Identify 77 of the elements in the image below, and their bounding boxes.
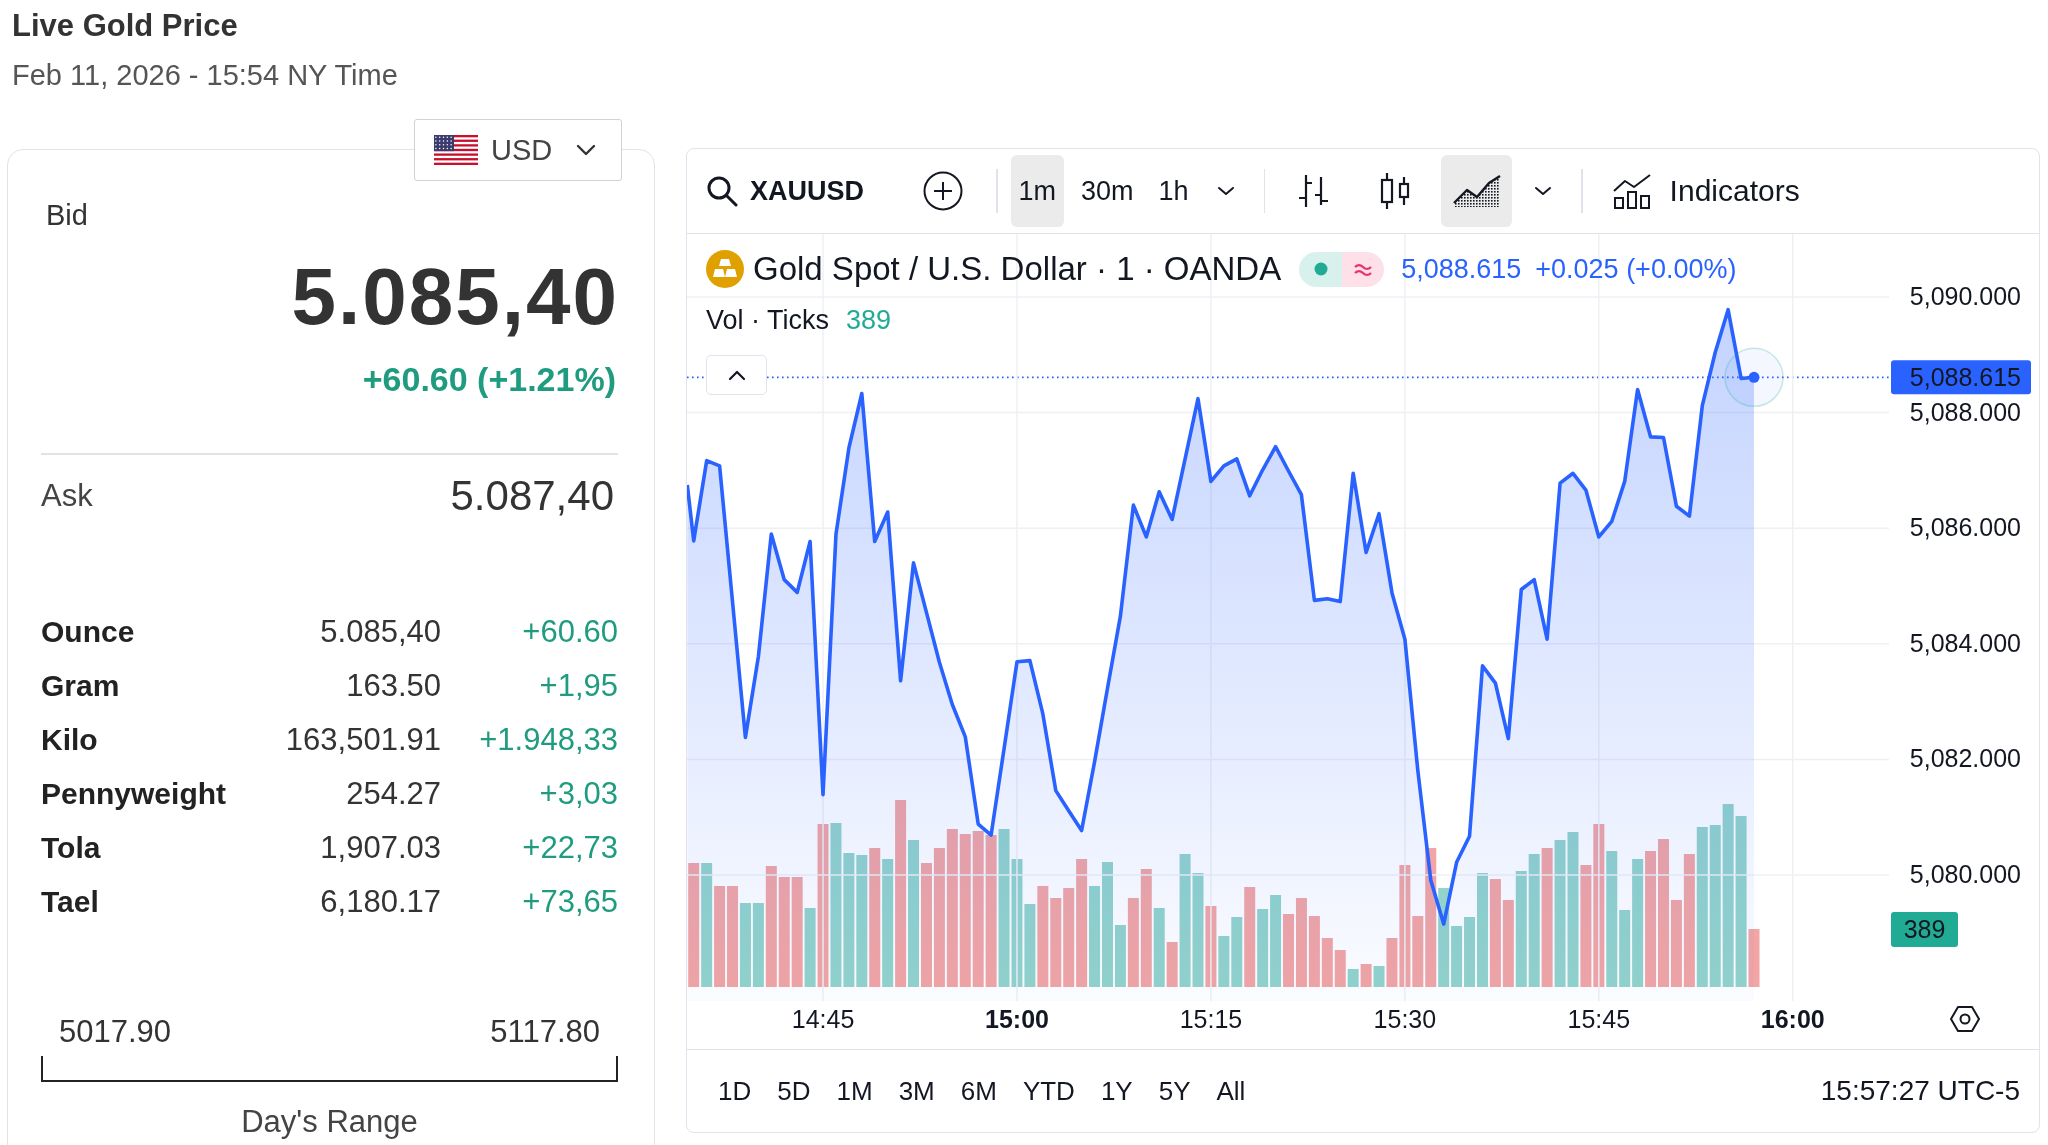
flag-icon <box>434 135 478 165</box>
area-chart-icon <box>1451 173 1502 209</box>
range-button[interactable]: 1Y <box>1094 1066 1139 1116</box>
unit-name: Gram <box>41 668 120 703</box>
currency-select[interactable]: USD <box>414 119 622 181</box>
price-axis-label: 5,088.000 <box>1909 397 2021 426</box>
interval-tab[interactable]: 1h <box>1150 155 1197 227</box>
unit-change: +60.60 <box>522 613 618 650</box>
range-button[interactable]: YTD <box>1016 1066 1081 1116</box>
price-axis-label: 5,082.000 <box>1909 744 2021 773</box>
range-button[interactable]: 6M <box>954 1066 1003 1116</box>
time-axis-label: 14:45 <box>791 1005 855 1033</box>
time-axis-label: 15:00 <box>985 1005 1049 1033</box>
last-price-tag: 5,088.615 <box>1891 360 2031 395</box>
unit-name: Kilo <box>41 722 98 757</box>
caret-down-icon <box>576 144 597 156</box>
caret-down-icon[interactable] <box>1215 185 1236 197</box>
time-axis-label: 15:45 <box>1567 1005 1631 1033</box>
unit-price: 5.085,40 <box>320 613 441 650</box>
price-change: +60.60 (+1.21%) <box>362 359 616 399</box>
price-axis-label: 5,084.000 <box>1909 628 2021 657</box>
range-button[interactable]: 1M <box>830 1066 879 1116</box>
settings-icon[interactable] <box>1950 1006 1980 1032</box>
search-icon <box>706 175 738 207</box>
caret-up-icon <box>727 369 746 381</box>
volume-tag: 389 <box>1891 912 1958 947</box>
ingots-icon <box>706 250 744 288</box>
unit-name: Tola <box>41 830 101 865</box>
range-button[interactable]: 5D <box>771 1066 817 1116</box>
unit-name: Ounce <box>41 614 135 649</box>
range-button[interactable]: 1D <box>712 1066 758 1116</box>
range-high: 5117.80 <box>490 1013 600 1050</box>
bid-price: 5.085,40 <box>291 252 619 342</box>
range-button[interactable]: 5Y <box>1152 1066 1197 1116</box>
unit-change: +3,03 <box>539 775 618 812</box>
unit-change: +1.948,33 <box>479 721 618 758</box>
price-axis-label: 5,090.000 <box>1909 282 2021 310</box>
indicators-button[interactable]: Indicators <box>1611 173 1800 209</box>
ask-price: 5.087,40 <box>450 471 614 520</box>
unit-change: +1,95 <box>539 667 618 704</box>
range-label: Day's Range <box>241 1103 418 1140</box>
time-axis-label: 16:00 <box>1760 1005 1825 1033</box>
time-axis-label: 15:15 <box>1179 1005 1243 1033</box>
unit-change: +22,73 <box>522 829 618 866</box>
range-button[interactable]: 3M <box>892 1066 941 1116</box>
interval-tab[interactable]: 1m <box>1010 155 1065 227</box>
last-price-text: 5,088.615 <box>1401 253 1522 285</box>
unit-price: 6,180.17 <box>320 883 441 920</box>
volume-value: 389 <box>846 304 892 336</box>
price-axis-label: 5,080.000 <box>1909 860 2021 888</box>
symbol-title: Gold Spot / U.S. Dollar · 1 · OANDA <box>753 250 1282 288</box>
chart-style-button[interactable] <box>1441 155 1513 227</box>
price-axis-label: 5,086.000 <box>1909 513 2021 542</box>
price-change-text: +0.025 (+0.00%) <box>1535 253 1737 285</box>
unit-name: Tael <box>41 884 99 919</box>
caret-down-icon[interactable] <box>1533 185 1554 197</box>
wave-icon <box>1342 251 1385 287</box>
range-button[interactable]: All <box>1210 1066 1252 1116</box>
indicators-icon <box>1611 173 1652 209</box>
range-low: 5017.90 <box>59 1013 172 1050</box>
bid-label: Bid <box>46 198 88 232</box>
plus-circle-icon[interactable] <box>923 171 963 211</box>
volume-label: Vol · Ticks <box>706 304 830 336</box>
unit-price: 254.27 <box>346 775 441 812</box>
time-axis-label: 15:30 <box>1373 1005 1437 1033</box>
unit-price: 163.50 <box>346 667 441 704</box>
unit-name: Pennyweight <box>41 776 227 811</box>
ask-label: Ask <box>41 477 93 514</box>
timestamp-text: Feb 11, 2026 - 15:54 NY Time <box>12 58 398 93</box>
page-title: Live Gold Price <box>12 8 238 44</box>
price-marker-icon <box>1724 347 1784 408</box>
interval-tab[interactable]: 30m <box>1073 155 1142 227</box>
unit-change: +73,65 <box>522 883 618 920</box>
unit-price: 163,501.91 <box>285 721 441 758</box>
unit-price: 1,907.03 <box>320 829 441 866</box>
symbol-search-button[interactable]: XAUUSD <box>706 175 864 207</box>
clock-text: 15:57:27 UTC-5 <box>1820 1075 2020 1107</box>
